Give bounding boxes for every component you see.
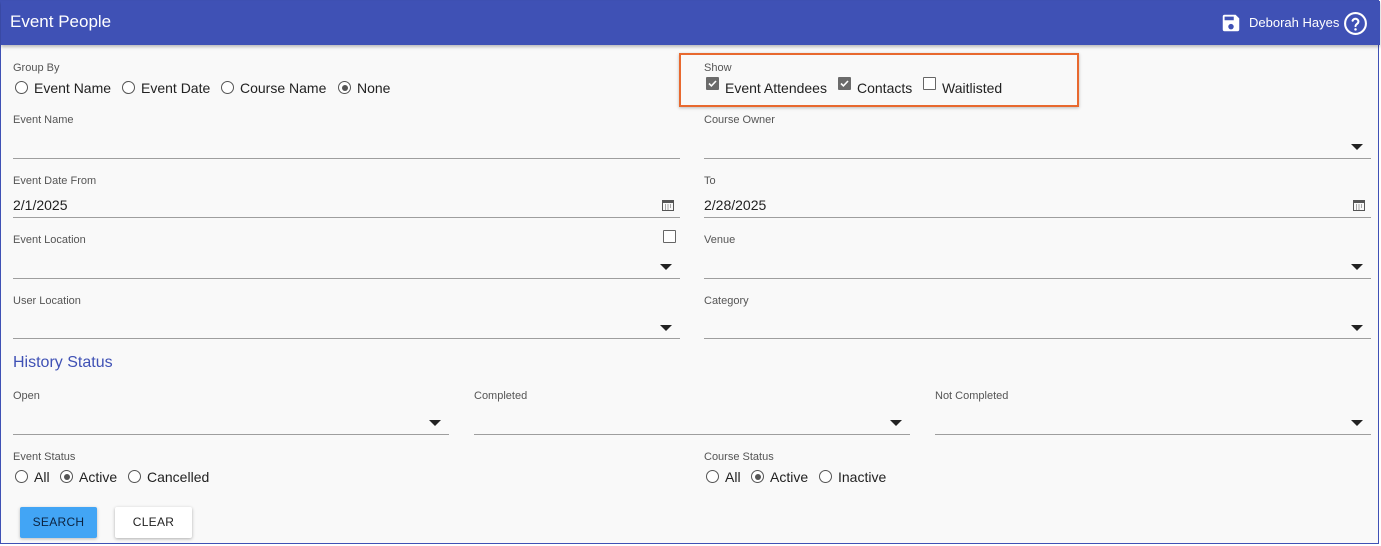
radio-label-event-date: Event Date — [141, 80, 211, 96]
completed-underline — [474, 434, 910, 435]
checkbox-waitlisted[interactable] — [923, 77, 936, 90]
event-location-label: Event Location — [13, 234, 86, 246]
category-label: Category — [704, 295, 749, 307]
event-name-label: Event Name — [13, 114, 74, 126]
radio-label-course-status-inactive: Inactive — [838, 469, 887, 485]
chevron-down-icon[interactable] — [660, 264, 672, 270]
completed-label: Completed — [474, 390, 528, 402]
not-completed-label: Not Completed — [935, 390, 1009, 402]
chevron-down-icon[interactable] — [1351, 420, 1363, 426]
event-name-underline — [13, 158, 680, 159]
radio-label-event-name: Event Name — [34, 80, 112, 96]
user-name[interactable]: Deborah Hayes — [1249, 15, 1339, 30]
event-location-checkbox[interactable] — [663, 230, 676, 243]
radio-event-status-all[interactable] — [15, 470, 28, 483]
category-underline — [704, 338, 1371, 339]
checkbox-label-event-attendees: Event Attendees — [725, 80, 827, 96]
venue-label: Venue — [704, 234, 736, 246]
course-owner-underline — [704, 158, 1371, 159]
radio-label-course-status-active: Active — [770, 469, 809, 485]
not-completed-select[interactable] — [935, 413, 1345, 431]
radio-course-name[interactable] — [221, 81, 234, 94]
radio-event-status-cancelled[interactable] — [128, 470, 141, 483]
top-bar: Event People Deborah Hayes — [1, 1, 1380, 45]
radio-course-status-active[interactable] — [751, 470, 764, 483]
search-button[interactable]: SEARCH — [20, 507, 97, 538]
radio-label-event-status-cancelled: Cancelled — [147, 469, 210, 485]
event-location-select[interactable] — [13, 257, 653, 275]
radio-label-event-status-all: All — [34, 469, 50, 485]
chevron-down-icon[interactable] — [1351, 144, 1363, 150]
course-status-label: Course Status — [704, 451, 774, 463]
event-date-to-underline — [704, 217, 1371, 218]
venue-select[interactable] — [704, 257, 1344, 275]
event-date-from-underline — [13, 217, 680, 218]
checkbox-contacts[interactable] — [838, 77, 851, 90]
clear-button[interactable]: CLEAR — [115, 507, 192, 538]
checkbox-label-waitlisted: Waitlisted — [942, 80, 1003, 96]
chevron-down-icon[interactable] — [660, 325, 672, 331]
chevron-down-icon[interactable] — [890, 420, 902, 426]
chevron-down-icon[interactable] — [429, 420, 441, 426]
checkbox-event-attendees[interactable] — [706, 77, 719, 90]
calendar-icon[interactable] — [662, 199, 674, 211]
check-icon — [708, 80, 717, 88]
user-location-underline — [13, 338, 680, 339]
event-date-to-label: To — [704, 175, 716, 187]
chevron-down-icon[interactable] — [1351, 325, 1363, 331]
course-owner-label: Course Owner — [704, 114, 775, 126]
radio-course-status-all[interactable] — [706, 470, 719, 483]
event-name-input[interactable] — [13, 137, 673, 155]
category-select[interactable] — [704, 318, 1344, 336]
save-icon[interactable] — [1220, 12, 1242, 34]
open-select[interactable] — [13, 413, 423, 431]
page-title: Event People — [10, 12, 112, 31]
completed-select[interactable] — [474, 413, 884, 431]
course-owner-select[interactable] — [704, 137, 1344, 155]
event-date-from-label: Event Date From — [13, 175, 97, 187]
chevron-down-icon[interactable] — [1351, 264, 1363, 270]
show-label: Show — [704, 62, 732, 74]
user-location-select[interactable] — [13, 318, 653, 336]
venue-underline — [704, 278, 1371, 279]
user-location-label: User Location — [13, 295, 81, 307]
radio-label-course-name: Course Name — [240, 80, 327, 96]
open-underline — [13, 434, 449, 435]
event-date-to-input[interactable]: 2/28/2025 — [704, 197, 766, 213]
not-completed-underline — [935, 434, 1371, 435]
open-label: Open — [13, 390, 40, 402]
event-people-panel: Event People Deborah Hayes Group By Even… — [0, 0, 1380, 544]
calendar-icon[interactable] — [1353, 199, 1365, 211]
radio-event-status-active[interactable] — [60, 470, 73, 483]
radio-course-status-inactive[interactable] — [819, 470, 832, 483]
event-location-underline — [13, 278, 680, 279]
radio-label-none: None — [357, 80, 391, 96]
radio-label-event-status-active: Active — [79, 469, 118, 485]
checkbox-label-contacts: Contacts — [857, 80, 913, 96]
event-status-label: Event Status — [13, 451, 76, 463]
radio-none[interactable] — [338, 81, 351, 94]
event-date-from-input[interactable]: 2/1/2025 — [13, 197, 68, 213]
history-status-heading: History Status — [13, 354, 113, 371]
radio-event-name[interactable] — [15, 81, 28, 94]
radio-label-course-status-all: All — [725, 469, 741, 485]
group-by-label: Group By — [13, 62, 60, 74]
check-icon — [840, 80, 849, 88]
radio-event-date[interactable] — [122, 81, 135, 94]
help-icon[interactable] — [1343, 11, 1368, 36]
